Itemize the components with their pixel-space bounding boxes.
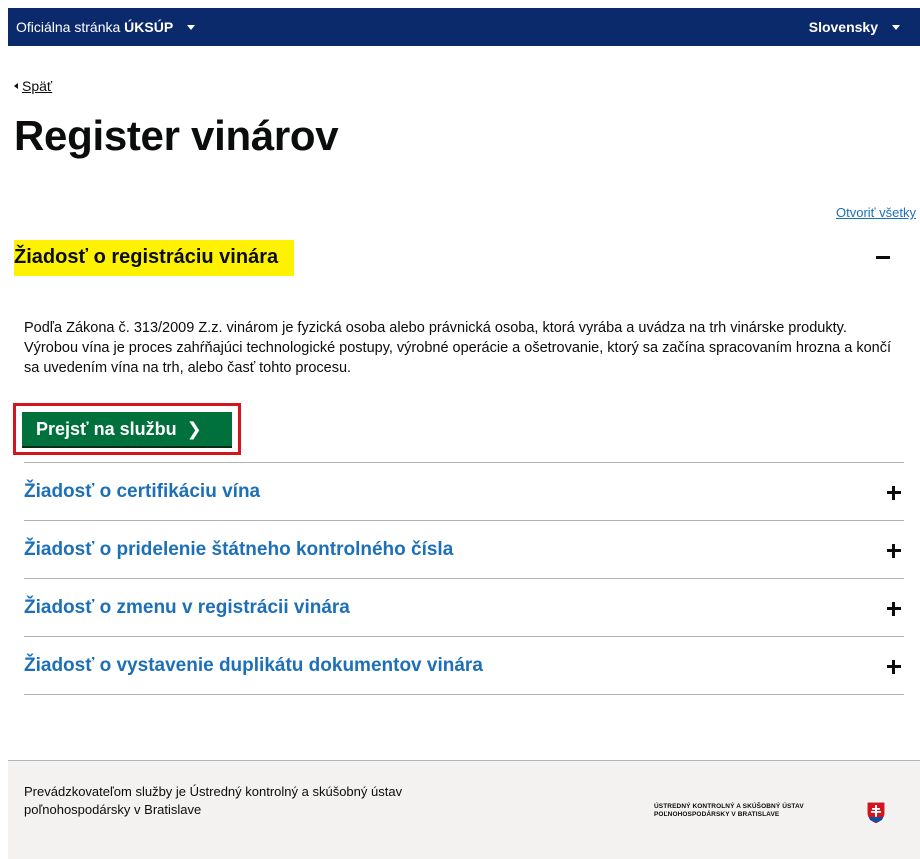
accordion-item-label: Žiadosť o vystavenie duplikátu dokumento…: [24, 655, 483, 676]
back-link[interactable]: Späť: [14, 78, 52, 94]
official-site-label: Oficiálna stránka ÚKSÚP: [16, 19, 174, 35]
footer-operator-text: Prevádzkovateľom služby je Ústredný kont…: [24, 784, 403, 817]
go-to-service-button[interactable]: Prejsť na službu ❯: [22, 412, 232, 446]
accordion-item-duplicate-documents[interactable]: Žiadosť o vystavenie duplikátu dokumento…: [24, 636, 904, 695]
accordion-item-control-number[interactable]: Žiadosť o pridelenie štátneho kontrolnéh…: [24, 520, 904, 578]
go-to-service-label: Prejsť na službu: [36, 418, 177, 439]
footer-org-logo-text: ÚSTREDNÝ KONTROLNÝ A SKÚŠOBNÝ ÚSTAV POĽN…: [654, 803, 804, 818]
chevron-down-icon: [892, 24, 900, 30]
accordion-item-label: Žiadosť o zmenu v registrácii vinára: [24, 597, 350, 618]
open-all-link[interactable]: Otvoriť všetky: [836, 205, 916, 220]
footer: Prevádzkovateľom služby je Ústredný kont…: [8, 760, 920, 859]
expand-plus-icon[interactable]: [887, 602, 901, 616]
accordion-header-registration[interactable]: Žiadosť o registráciu vinára: [14, 240, 904, 276]
cta-highlight-frame: Prejsť na službu ❯: [13, 403, 241, 455]
collapse-minus-icon[interactable]: [876, 256, 890, 259]
accordion-title-registration: Žiadosť o registráciu vinára: [14, 240, 295, 276]
official-site-toggle[interactable]: Oficiálna stránka ÚKSÚP: [16, 19, 196, 35]
slovak-coat-of-arms-icon: [866, 801, 886, 825]
accordion-item-certification[interactable]: Žiadosť o certifikáciu vína: [24, 462, 904, 520]
expand-plus-icon[interactable]: [887, 486, 901, 500]
expand-plus-icon[interactable]: [887, 660, 901, 674]
back-arrow-icon: [14, 83, 18, 89]
official-org-name: ÚKSÚP: [124, 19, 174, 35]
page-title: Register vinárov: [14, 112, 339, 159]
expand-plus-icon[interactable]: [887, 544, 901, 558]
accordion-item-label: Žiadosť o certifikáciu vína: [24, 481, 261, 502]
chevron-down-icon: [187, 24, 196, 30]
top-header-bar: Oficiálna stránka ÚKSÚP Slovensky: [8, 8, 920, 46]
accordion-item-registration-change[interactable]: Žiadosť o zmenu v registrácii vinára: [24, 578, 904, 636]
language-label: Slovensky: [808, 19, 878, 35]
chevron-right-icon: ❯: [186, 418, 202, 439]
accordion-list: Žiadosť o certifikáciu vína Žiadosť o pr…: [24, 462, 904, 695]
language-selector[interactable]: Slovensky: [809, 19, 900, 35]
accordion-item-label: Žiadosť o pridelenie štátneho kontrolnéh…: [24, 539, 454, 560]
section-description: Podľa Zákona č. 313/2009 Z.z. vinárom je…: [24, 320, 891, 376]
back-link-label: Späť: [22, 78, 53, 94]
